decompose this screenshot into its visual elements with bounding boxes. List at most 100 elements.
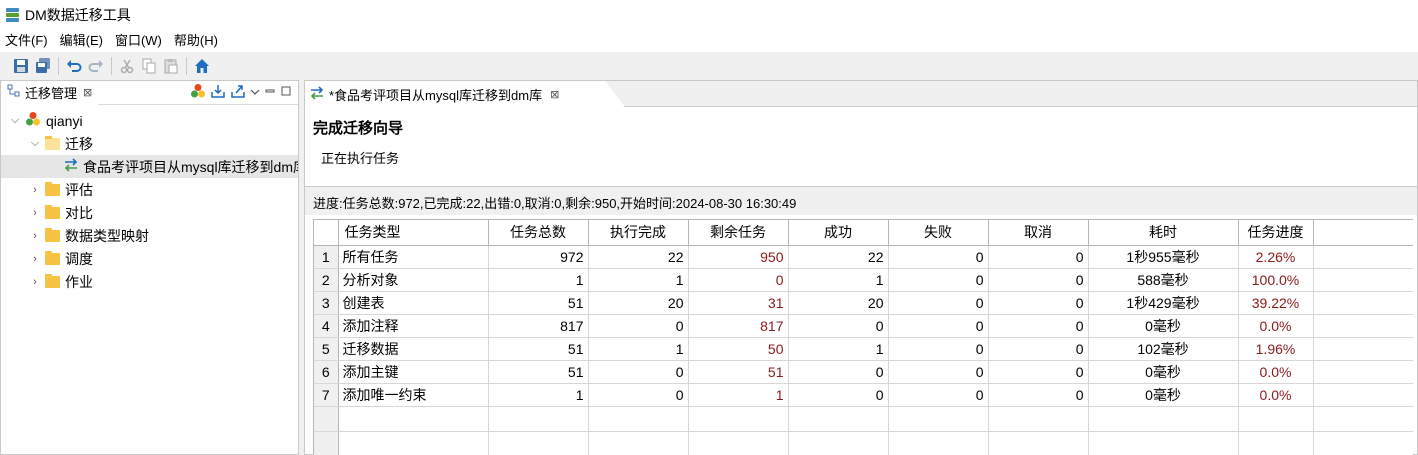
table-row[interactable]: 7 添加唯一约束 1 0 1 0 0 0 0毫秒 0.0% bbox=[314, 383, 1413, 407]
connection-icon[interactable] bbox=[190, 83, 206, 102]
table-row[interactable]: 5 迁移数据 51 1 50 1 0 0 102毫秒 1.96% bbox=[314, 337, 1413, 361]
column-header[interactable]: 失败 bbox=[888, 220, 989, 246]
menu-edit[interactable]: 编辑(E) bbox=[55, 30, 110, 52]
empty-cell bbox=[788, 406, 889, 432]
panel-tools bbox=[190, 83, 298, 102]
minimize-icon[interactable] bbox=[264, 85, 276, 100]
column-header[interactable]: 任务进度 bbox=[1238, 220, 1314, 246]
folder-icon bbox=[45, 227, 60, 242]
chevron-right-icon[interactable]: › bbox=[29, 230, 41, 242]
chevron-right-icon[interactable]: › bbox=[29, 276, 41, 288]
cell-remain: 817 bbox=[688, 314, 789, 338]
tree-node-migration-task[interactable]: 食品考评项目从mysql库迁移到dm库 bbox=[1, 155, 298, 178]
filler-cell bbox=[1313, 360, 1413, 384]
save-all-icon[interactable] bbox=[32, 55, 54, 77]
close-icon[interactable]: ⊠ bbox=[550, 88, 559, 101]
view-menu-icon[interactable] bbox=[250, 85, 260, 100]
cell-success: 0 bbox=[788, 314, 889, 338]
tab-migration-manager[interactable]: 迁移管理 ⊠ bbox=[1, 80, 99, 105]
cell-time: 0毫秒 bbox=[1088, 383, 1239, 407]
home-icon[interactable] bbox=[191, 55, 213, 77]
tab-migration-editor[interactable]: *食品考评项目从mysql库迁移到dm库 ⊠ bbox=[305, 81, 625, 107]
empty-cell bbox=[488, 431, 589, 455]
cell-progress: 0.0% bbox=[1238, 360, 1314, 384]
redo-icon[interactable] bbox=[85, 55, 107, 77]
save-icon[interactable] bbox=[10, 55, 32, 77]
filler-cell bbox=[1313, 337, 1413, 361]
cell-cancel: 0 bbox=[988, 268, 1089, 292]
tree-label-compare: 对比 bbox=[65, 204, 93, 221]
folder-icon bbox=[45, 181, 60, 196]
tab-label: *食品考评项目从mysql库迁移到dm库 bbox=[329, 87, 543, 103]
column-header[interactable]: 剩余任务 bbox=[688, 220, 789, 246]
table-row[interactable]: 1 所有任务 972 22 950 22 0 0 1秒955毫秒 2.26% bbox=[314, 245, 1413, 269]
tree-node-root[interactable]: ⌵ qianyi bbox=[1, 109, 298, 132]
import-icon[interactable] bbox=[210, 83, 226, 102]
menu-file[interactable]: 文件(F) bbox=[0, 30, 55, 52]
panel-header: 迁移管理 ⊠ bbox=[1, 80, 298, 105]
cell-success: 0 bbox=[788, 360, 889, 384]
column-header[interactable]: 任务类型 bbox=[338, 220, 489, 246]
cell-time: 1秒429毫秒 bbox=[1088, 291, 1239, 315]
cell-remain: 50 bbox=[688, 337, 789, 361]
cell-time: 588毫秒 bbox=[1088, 268, 1239, 292]
tree-node-jobs[interactable]: › 作业 bbox=[1, 270, 298, 293]
empty-cell bbox=[488, 406, 589, 432]
filler-cell bbox=[1313, 314, 1413, 338]
close-icon[interactable]: ⊠ bbox=[83, 86, 92, 99]
copy-icon[interactable] bbox=[138, 55, 160, 77]
tree-node-schedule[interactable]: › 调度 bbox=[1, 247, 298, 270]
empty-cell bbox=[314, 406, 339, 432]
chevron-right-icon[interactable]: › bbox=[29, 253, 41, 265]
tree-node-assessment[interactable]: › 评估 bbox=[1, 178, 298, 201]
table-row[interactable]: 6 添加主键 51 0 51 0 0 0 0毫秒 0.0% bbox=[314, 360, 1413, 384]
app-window: DM数据迁移工具 文件(F) 编辑(E) 窗口(W) 帮助(H) 迁移管理 ⊠ … bbox=[0, 0, 1418, 455]
chevron-down-icon[interactable]: ⌵ bbox=[29, 137, 41, 150]
export-icon[interactable] bbox=[230, 83, 246, 102]
cell-fail: 0 bbox=[888, 314, 989, 338]
menu-window[interactable]: 窗口(W) bbox=[110, 30, 169, 52]
wizard-title: 完成迁移向导 bbox=[313, 120, 404, 137]
empty-cell bbox=[1313, 431, 1413, 455]
empty-cell bbox=[338, 431, 489, 455]
cell-progress: 2.26% bbox=[1238, 245, 1314, 269]
chevron-right-icon[interactable]: › bbox=[29, 207, 41, 219]
chevron-right-icon[interactable]: › bbox=[29, 184, 41, 196]
empty-cell bbox=[338, 406, 489, 432]
cell-fail: 0 bbox=[888, 291, 989, 315]
filler-header bbox=[1313, 220, 1413, 246]
undo-icon[interactable] bbox=[63, 55, 85, 77]
empty-cell bbox=[1088, 406, 1239, 432]
row-number: 7 bbox=[314, 383, 339, 407]
column-header[interactable]: 耗时 bbox=[1088, 220, 1239, 246]
task-table: 任务类型 任务总数 执行完成 剩余任务 成功 失败 取消 耗时 任务进度 1 所有… bbox=[313, 219, 1413, 455]
paste-icon[interactable] bbox=[160, 55, 182, 77]
cut-icon[interactable] bbox=[116, 55, 138, 77]
empty-cell bbox=[688, 406, 789, 432]
column-header[interactable]: 取消 bbox=[988, 220, 1089, 246]
cell-done: 1 bbox=[588, 337, 689, 361]
tree-node-type-mapping[interactable]: › 数据类型映射 bbox=[1, 224, 298, 247]
cell-type: 迁移数据 bbox=[338, 337, 489, 361]
table-row[interactable]: 3 创建表 51 20 31 20 0 0 1秒429毫秒 39.22% bbox=[314, 291, 1413, 315]
tree-node-migration[interactable]: ⌵ 迁移 bbox=[1, 132, 298, 155]
cell-done: 22 bbox=[588, 245, 689, 269]
table-row[interactable]: 4 添加注释 817 0 817 0 0 0 0毫秒 0.0% bbox=[314, 314, 1413, 338]
tree-node-compare[interactable]: › 对比 bbox=[1, 201, 298, 224]
menu-help[interactable]: 帮助(H) bbox=[169, 30, 225, 52]
chevron-down-icon[interactable]: ⌵ bbox=[9, 114, 21, 127]
cell-type: 添加唯一约束 bbox=[338, 383, 489, 407]
cell-total: 51 bbox=[488, 360, 589, 384]
cell-done: 0 bbox=[588, 383, 689, 407]
app-database-icon bbox=[6, 7, 19, 23]
cell-cancel: 0 bbox=[988, 245, 1089, 269]
column-header[interactable]: 执行完成 bbox=[588, 220, 689, 246]
maximize-icon[interactable] bbox=[280, 85, 292, 100]
empty-cell bbox=[1238, 431, 1314, 455]
filler-cell bbox=[1313, 268, 1413, 292]
column-header[interactable]: 成功 bbox=[788, 220, 889, 246]
title-bar: DM数据迁移工具 bbox=[0, 0, 1418, 30]
column-header[interactable]: 任务总数 bbox=[488, 220, 589, 246]
table-row[interactable]: 2 分析对象 1 1 0 1 0 0 588毫秒 100.0% bbox=[314, 268, 1413, 292]
cell-total: 51 bbox=[488, 291, 589, 315]
